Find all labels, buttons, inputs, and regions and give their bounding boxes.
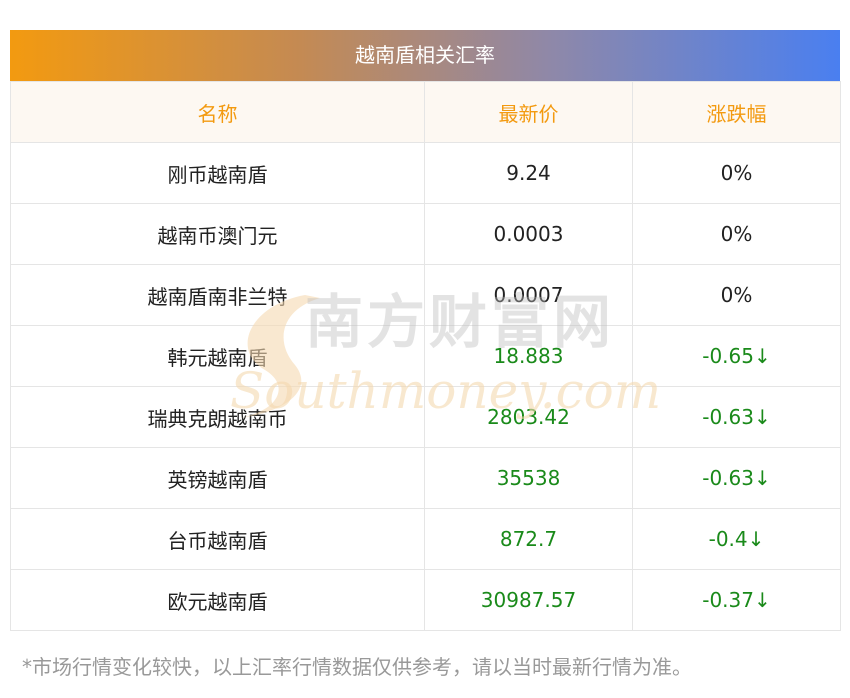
pair-name[interactable]: 越南币澳门元 xyxy=(10,203,425,265)
table-row: 欧元越南盾 30987.57 -0.37↓ xyxy=(10,569,841,631)
column-header-change: 涨跌幅 xyxy=(632,81,841,143)
table-row: 英镑越南盾 35538 -0.63↓ xyxy=(10,447,841,509)
latest-price: 872.7 xyxy=(424,508,633,570)
pair-name[interactable]: 刚币越南盾 xyxy=(10,142,425,204)
disclaimer-footnote: *市场行情变化较快，以上汇率行情数据仅供参考，请以当时最新行情为准。 xyxy=(22,655,692,679)
change-percent: -0.65↓ xyxy=(632,325,841,387)
pair-name[interactable]: 台币越南盾 xyxy=(10,508,425,570)
exchange-rate-table: 名称 最新价 涨跌幅 刚币越南盾 9.24 0% 越南币澳门元 0.0003 0… xyxy=(10,81,841,631)
change-percent: -0.37↓ xyxy=(632,569,841,631)
latest-price: 0.0003 xyxy=(424,203,633,265)
pair-name[interactable]: 韩元越南盾 xyxy=(10,325,425,387)
pair-name[interactable]: 瑞典克朗越南币 xyxy=(10,386,425,448)
latest-price: 2803.42 xyxy=(424,386,633,448)
table-row: 台币越南盾 872.7 -0.4↓ xyxy=(10,508,841,570)
latest-price: 0.0007 xyxy=(424,264,633,326)
latest-price: 9.24 xyxy=(424,142,633,204)
change-percent: -0.63↓ xyxy=(632,447,841,509)
table-row: 瑞典克朗越南币 2803.42 -0.63↓ xyxy=(10,386,841,448)
change-percent: 0% xyxy=(632,203,841,265)
latest-price: 18.883 xyxy=(424,325,633,387)
pair-name[interactable]: 英镑越南盾 xyxy=(10,447,425,509)
column-header-price: 最新价 xyxy=(424,81,633,143)
table-header-row: 名称 最新价 涨跌幅 xyxy=(10,81,841,143)
card-title: 越南盾相关汇率 xyxy=(10,30,840,81)
change-percent: 0% xyxy=(632,264,841,326)
change-percent: 0% xyxy=(632,142,841,204)
latest-price: 30987.57 xyxy=(424,569,633,631)
pair-name[interactable]: 越南盾南非兰特 xyxy=(10,264,425,326)
latest-price: 35538 xyxy=(424,447,633,509)
exchange-rate-card: 越南盾相关汇率 名称 最新价 涨跌幅 刚币越南盾 9.24 0% 越南币澳门元 … xyxy=(10,30,841,631)
column-header-name: 名称 xyxy=(10,81,425,143)
table-row: 韩元越南盾 18.883 -0.65↓ xyxy=(10,325,841,387)
table-row: 刚币越南盾 9.24 0% xyxy=(10,142,841,204)
table-row: 越南币澳门元 0.0003 0% xyxy=(10,203,841,265)
change-percent: -0.4↓ xyxy=(632,508,841,570)
change-percent: -0.63↓ xyxy=(632,386,841,448)
pair-name[interactable]: 欧元越南盾 xyxy=(10,569,425,631)
table-row: 越南盾南非兰特 0.0007 0% xyxy=(10,264,841,326)
